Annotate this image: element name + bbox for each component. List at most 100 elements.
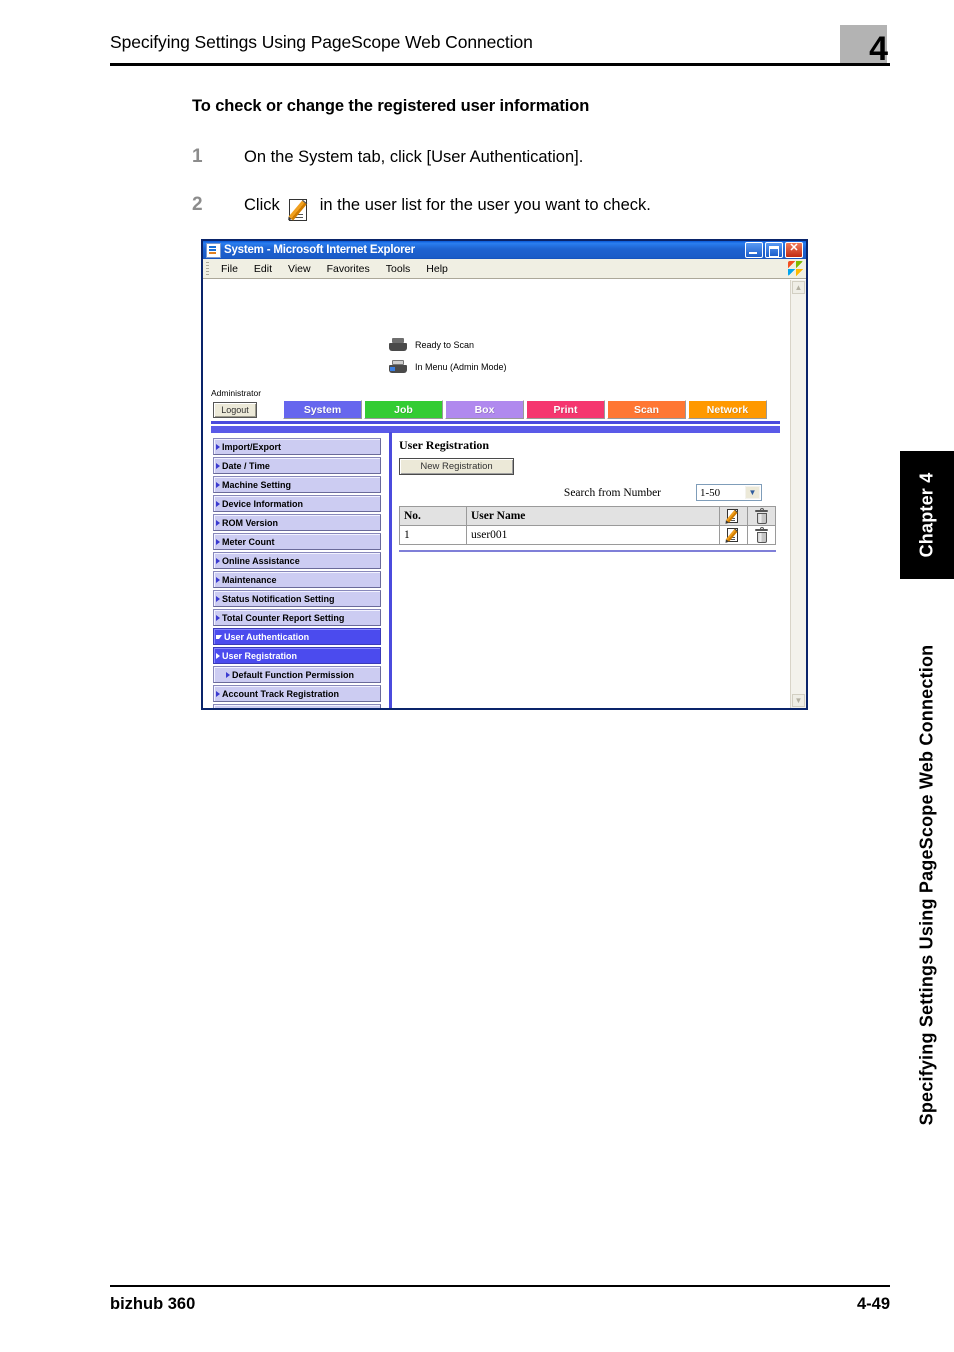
edit-pencil-icon[interactable] xyxy=(725,527,741,543)
column-header-user-name: User Name xyxy=(466,506,720,526)
status-row-menu: In Menu (Admin Mode) xyxy=(389,358,507,376)
sidebar-item-user-authentication[interactable]: User Authentication xyxy=(213,628,381,645)
chevron-down-icon[interactable]: ▼ xyxy=(745,486,760,499)
maximize-button[interactable] xyxy=(765,242,783,258)
page-title: User Registration xyxy=(399,438,490,452)
sidebar-item-label: Date / Time xyxy=(222,460,270,471)
close-button[interactable] xyxy=(785,241,803,258)
sidebar-item-label: Account Track Registration xyxy=(222,688,340,699)
side-running-head-label: Specifying Settings Using PageScope Web … xyxy=(916,644,937,1126)
sidebar-item-administrator-password[interactable]: Administrator Password xyxy=(213,704,381,708)
menu-tools[interactable]: Tools xyxy=(378,263,419,275)
row-edit-button[interactable] xyxy=(719,525,748,545)
windows-logo-icon xyxy=(788,261,803,276)
sidebar-item-import-export[interactable]: Import/Export xyxy=(213,438,381,455)
sidebar-menu: Import/Export Date / Time Machine Setting D… xyxy=(213,438,381,708)
search-from-number-label: Search from Number xyxy=(563,486,661,499)
device-status-area: Ready to Scan In Menu (Admin Mode) xyxy=(389,336,507,380)
printer-icon xyxy=(389,338,407,352)
search-from-number-row: Search from Number 1-50 ▼ xyxy=(399,484,776,501)
menu-favorites[interactable]: Favorites xyxy=(319,263,378,275)
menu-edit[interactable]: Edit xyxy=(246,263,280,275)
row-delete-button[interactable] xyxy=(747,525,776,545)
cell-user-name: user001 xyxy=(466,525,720,545)
sidebar-item-user-registration[interactable]: User Registration xyxy=(213,647,381,664)
sidebar-item-maintenance[interactable]: Maintenance xyxy=(213,571,381,588)
step-2-text: Click in the user list for the user you w… xyxy=(244,196,651,223)
sidebar-item-status-notification-setting[interactable]: Status Notification Setting xyxy=(213,590,381,607)
step-2-text-before: Click xyxy=(244,196,280,214)
sidebar-item-label: Meter Count xyxy=(222,536,275,547)
column-header-no: No. xyxy=(399,506,467,526)
menu-grip-handle[interactable] xyxy=(206,262,209,275)
scroll-down-arrow-icon[interactable]: ▼ xyxy=(792,694,805,707)
table-row: 1 user001 xyxy=(399,525,776,545)
tab-network[interactable]: Network xyxy=(688,400,767,419)
sidebar-item-label: Device Information xyxy=(222,498,304,509)
sidebar-item-online-assistance[interactable]: Online Assistance xyxy=(213,552,381,569)
sidebar-item-total-counter-report-setting[interactable]: Total Counter Report Setting xyxy=(213,609,381,626)
browser-title-bar: System - Microsoft Internet Explorer xyxy=(203,241,806,259)
panel-vertical-divider xyxy=(389,432,392,708)
sidebar-item-device-information[interactable]: Device Information xyxy=(213,495,381,512)
menu-view[interactable]: View xyxy=(280,263,319,275)
sidebar-item-account-track-registration[interactable]: Account Track Registration xyxy=(213,685,381,702)
tab-box[interactable]: Box xyxy=(445,400,524,419)
page-footer: bizhub 360 4-49 xyxy=(110,1285,890,1325)
tab-scan[interactable]: Scan xyxy=(607,400,686,419)
new-registration-button[interactable]: New Registration xyxy=(399,458,514,475)
nav-tabs: System Job Box Print Scan Network xyxy=(283,400,767,419)
menu-help[interactable]: Help xyxy=(418,263,456,275)
chevron-right-icon xyxy=(216,500,220,507)
sidebar-item-meter-count[interactable]: Meter Count xyxy=(213,533,381,550)
trash-icon-can xyxy=(756,512,767,524)
sidebar-item-label: Online Assistance xyxy=(222,555,300,566)
table-underline xyxy=(399,550,776,552)
scroll-up-arrow-icon[interactable]: ▲ xyxy=(792,281,805,294)
sidebar-item-default-function-permission[interactable]: Default Function Permission xyxy=(213,666,381,683)
tab-system[interactable]: System xyxy=(283,400,362,419)
trash-icon-lid xyxy=(755,528,768,531)
chevron-right-icon xyxy=(226,671,230,678)
vertical-scrollbar[interactable]: ▲ ▼ xyxy=(790,280,806,708)
chevron-right-icon xyxy=(216,595,220,602)
step-1-text: On the System tab, click [User Authentic… xyxy=(244,148,584,166)
trash-icon-lid xyxy=(755,509,768,512)
sidebar-item-label: Administrator Password xyxy=(222,708,326,709)
main-panel: User Registration New Registration Searc… xyxy=(399,438,776,552)
cell-no: 1 xyxy=(399,525,467,545)
side-running-head: Specifying Settings Using PageScope Web … xyxy=(900,600,954,1170)
tab-job[interactable]: Job xyxy=(364,400,443,419)
chevron-right-icon xyxy=(216,614,220,621)
chevron-right-icon xyxy=(216,576,220,583)
chevron-right-icon xyxy=(216,538,220,545)
step-1-number: 1 xyxy=(192,146,203,167)
printer-icon-body xyxy=(389,343,407,351)
sidebar-item-label: Machine Setting xyxy=(222,479,292,490)
minimize-button[interactable] xyxy=(745,242,763,258)
sidebar-item-rom-version[interactable]: ROM Version xyxy=(213,514,381,531)
browser-menu-bar: File Edit View Favorites Tools Help xyxy=(203,259,806,279)
chevron-right-icon xyxy=(216,690,220,697)
printer-admin-icon-badge xyxy=(390,367,395,371)
edit-pencil-icon xyxy=(288,198,312,223)
header-divider xyxy=(110,63,890,66)
footer-page-number: 4-49 xyxy=(856,1295,890,1313)
tab-print[interactable]: Print xyxy=(526,400,605,419)
footer-divider xyxy=(110,1285,890,1287)
trash-icon[interactable] xyxy=(755,526,769,543)
panel-top-bar xyxy=(211,426,780,433)
logout-button[interactable]: Logout xyxy=(213,402,257,418)
trash-icon xyxy=(755,507,769,524)
footer-product-name: bizhub 360 xyxy=(110,1295,196,1313)
sidebar-item-date-time[interactable]: Date / Time xyxy=(213,457,381,474)
web-page-content: Ready to Scan In Menu (Admin Mode) Admin… xyxy=(203,280,790,708)
table-header-row: No. User Name xyxy=(399,506,776,526)
sidebar-item-machine-setting[interactable]: Machine Setting xyxy=(213,476,381,493)
chevron-right-icon xyxy=(216,652,220,659)
trash-icon-can xyxy=(756,531,767,543)
search-from-number-select[interactable]: 1-50 ▼ xyxy=(696,484,762,501)
menu-file[interactable]: File xyxy=(213,263,246,275)
browser-viewport: ▲ ▼ Ready to Scan In Menu (Admin Mode) A… xyxy=(203,279,806,708)
edit-pencil-icon xyxy=(725,508,741,524)
